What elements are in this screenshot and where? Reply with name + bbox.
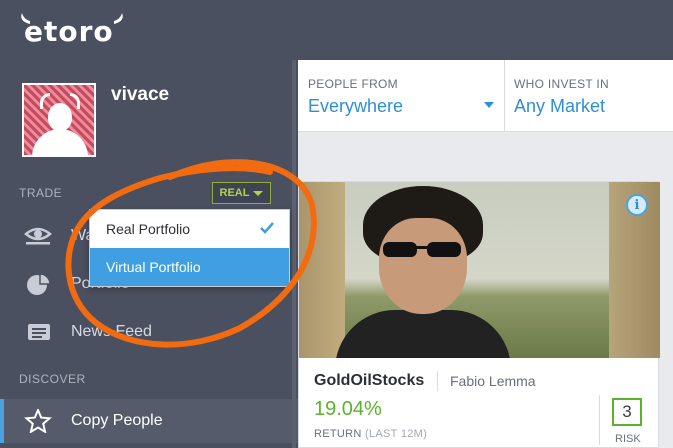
filter-label: PEOPLE FROM <box>308 77 398 91</box>
sidebar-item-label: News Feed <box>71 323 152 340</box>
trader-real-name: Fabio Lemma <box>450 373 536 389</box>
logo-text: etoro <box>24 14 114 48</box>
trader-card[interactable]: i GoldOilStocks Fabio Lemma 19.04% RETUR… <box>298 181 660 448</box>
logo-horn-left-icon <box>21 13 30 24</box>
avatar[interactable] <box>22 83 96 157</box>
account-mode-label: REAL <box>219 187 250 199</box>
sidebar-scrollbar[interactable] <box>292 60 296 448</box>
news-icon <box>28 324 50 340</box>
section-label-trade: TRADE <box>19 186 63 200</box>
sidebar-item-copy-people[interactable]: Copy People <box>0 399 298 443</box>
logo-horn-right-icon <box>114 13 123 24</box>
info-icon[interactable]: i <box>626 194 648 216</box>
dropdown-item-virtual-portfolio[interactable]: Virtual Portfolio <box>90 248 289 286</box>
trader-photo[interactable]: i <box>299 182 660 358</box>
divider <box>599 395 600 445</box>
username[interactable]: vivace <box>111 84 169 106</box>
top-bar <box>298 0 673 60</box>
filter-label: WHO INVEST IN <box>514 77 610 91</box>
checkmark-icon <box>260 222 274 234</box>
etoro-logo[interactable]: etoro <box>21 13 123 48</box>
filter-bar: PEOPLE FROM Everywhere WHO INVEST IN Any… <box>298 60 673 132</box>
risk-label: RISK <box>615 433 641 445</box>
dropdown-item-real-portfolio[interactable]: Real Portfolio <box>90 210 289 248</box>
risk-score: 3 <box>612 398 642 426</box>
filter-value: Everywhere <box>308 96 404 116</box>
account-mode-toggle[interactable]: REAL <box>212 182 271 204</box>
sidebar-item-label: Copy People <box>71 412 163 429</box>
dropdown-item-label: Virtual Portfolio <box>106 259 201 275</box>
return-value: 19.04% <box>314 398 382 420</box>
portfolio-dropdown: Real Portfolio Virtual Portfolio <box>89 209 290 287</box>
divider <box>437 371 438 391</box>
dropdown-item-label: Real Portfolio <box>106 221 191 237</box>
sidebar-item-news-feed[interactable]: News Feed <box>0 310 298 354</box>
pie-chart-icon <box>27 273 51 295</box>
return-label-text: RETURN <box>314 428 362 440</box>
people-from-filter[interactable]: PEOPLE FROM Everywhere <box>298 60 505 132</box>
trader-username[interactable]: GoldOilStocks <box>314 372 424 390</box>
caret-down-icon <box>484 102 494 108</box>
who-invest-in-filter[interactable]: WHO INVEST IN Any Market <box>505 60 673 132</box>
eye-icon <box>24 227 52 245</box>
return-period: (LAST 12M) <box>365 428 428 440</box>
section-label-discover: DISCOVER <box>19 372 86 386</box>
caret-down-icon <box>253 190 264 196</box>
star-icon <box>24 409 52 433</box>
filter-value: Any Market <box>514 96 606 116</box>
return-label: RETURN (LAST 12M) <box>314 428 427 440</box>
